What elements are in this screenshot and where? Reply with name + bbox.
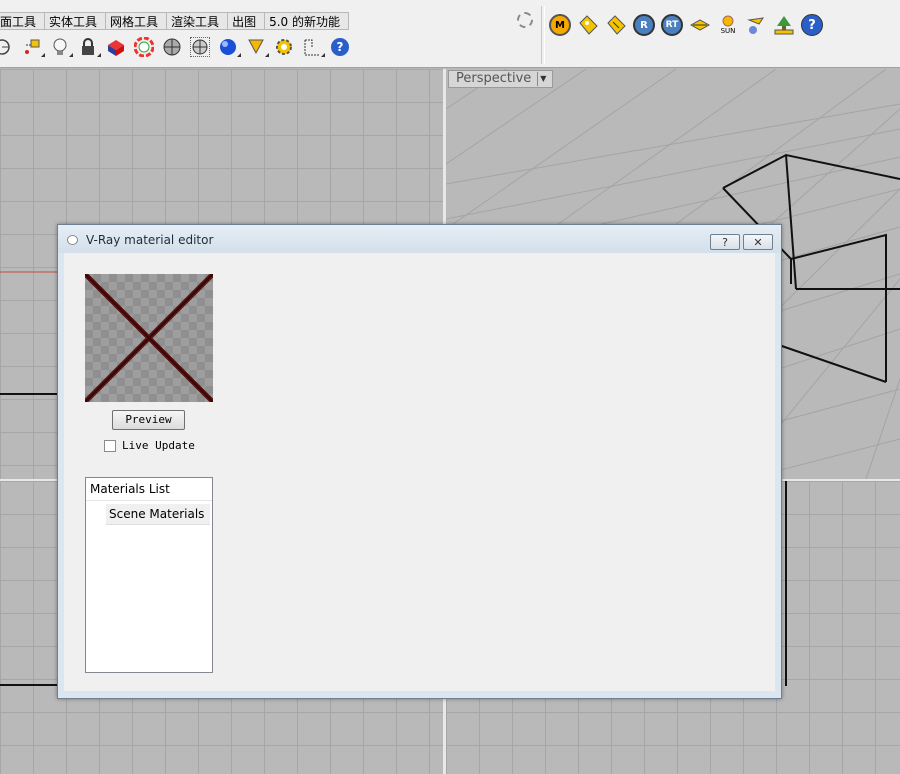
tab-new-in-v5[interactable]: 5.0 的新功能	[265, 12, 349, 30]
vray-material-editor-button[interactable]: M	[549, 14, 571, 36]
vray-material-editor-dialog: V-Ray material editor ? ✕ Preview Live U…	[57, 224, 782, 699]
tab-surface-tools[interactable]: 面工具	[0, 12, 46, 30]
material-icon[interactable]	[106, 37, 126, 57]
live-update-option[interactable]: Live Update	[104, 439, 195, 452]
svg-text:?: ?	[337, 40, 344, 54]
help-icon[interactable]: ?	[330, 37, 350, 57]
dialog-titlebar[interactable]: V-Ray material editor ? ✕	[58, 225, 781, 253]
rendered-sphere-icon[interactable]	[190, 37, 210, 57]
sun-light-button[interactable]: SUN	[717, 14, 739, 36]
material-tag-icon[interactable]	[577, 14, 599, 36]
environment-tag-icon[interactable]	[605, 14, 627, 36]
dialog-help-button[interactable]: ?	[710, 234, 740, 250]
vray-toolbar: M R RT SUN ?	[549, 14, 829, 36]
materials-list[interactable]: Materials List Scene Materials	[85, 477, 213, 673]
toolbar-area: 面工具 实体工具 网格工具 渲染工具 出图 5.0 的新功能 ? M R RT …	[0, 0, 900, 68]
preview-button[interactable]: Preview	[112, 410, 185, 430]
dialog-close-button[interactable]: ✕	[743, 234, 773, 250]
live-update-checkbox[interactable]	[104, 439, 116, 452]
dialog-app-icon	[67, 235, 78, 245]
vray-rt-button[interactable]: RT	[661, 14, 683, 36]
dialog-title: V-Ray material editor	[86, 233, 214, 247]
light-lister-icon[interactable]	[689, 14, 711, 36]
light-bulb-icon[interactable]	[50, 37, 73, 57]
left-icon-row: ?	[0, 34, 358, 60]
tree-icon[interactable]	[773, 14, 795, 36]
gear-icon[interactable]	[517, 12, 533, 28]
sun-label: SUN	[720, 27, 736, 35]
dimension-icon[interactable]	[302, 37, 325, 57]
material-preview-swatch	[85, 274, 213, 402]
toolbar-tabstrip: 面工具 实体工具 网格工具 渲染工具 出图 5.0 的新功能	[0, 12, 349, 30]
viewport-menu-dropdown-icon[interactable]: ▼	[537, 72, 548, 86]
settings-gear-icon[interactable]	[274, 37, 294, 57]
vray-render-button[interactable]: R	[633, 14, 655, 36]
lock-icon[interactable]	[78, 37, 101, 57]
tab-mesh-tools[interactable]: 网格工具	[106, 12, 168, 30]
live-update-label: Live Update	[122, 439, 195, 452]
camera-light-icon[interactable]	[745, 14, 767, 36]
blue-sphere-icon[interactable]	[218, 37, 241, 57]
tab-solid-tools[interactable]: 实体工具	[45, 12, 107, 30]
perspective-label: Perspective	[456, 71, 532, 86]
circle-target-icon[interactable]	[0, 37, 14, 57]
toolbar-separator	[541, 6, 545, 64]
materials-list-header: Materials List	[86, 478, 212, 501]
vray-help-icon[interactable]: ?	[801, 14, 823, 36]
dialog-client-area: Preview Live Update Materials List Scene…	[64, 253, 775, 691]
point-snap-icon[interactable]	[22, 37, 45, 57]
tab-render-tools[interactable]: 渲染工具	[167, 12, 229, 30]
shaded-sphere-icon[interactable]	[162, 37, 182, 57]
color-wheel-icon[interactable]	[134, 37, 154, 57]
perspective-viewport-title[interactable]: Perspective ▼	[448, 70, 554, 88]
tab-drafting[interactable]: 出图	[228, 12, 266, 30]
cone-icon[interactable]	[246, 37, 269, 57]
list-item-scene-materials[interactable]: Scene Materials	[106, 504, 211, 525]
